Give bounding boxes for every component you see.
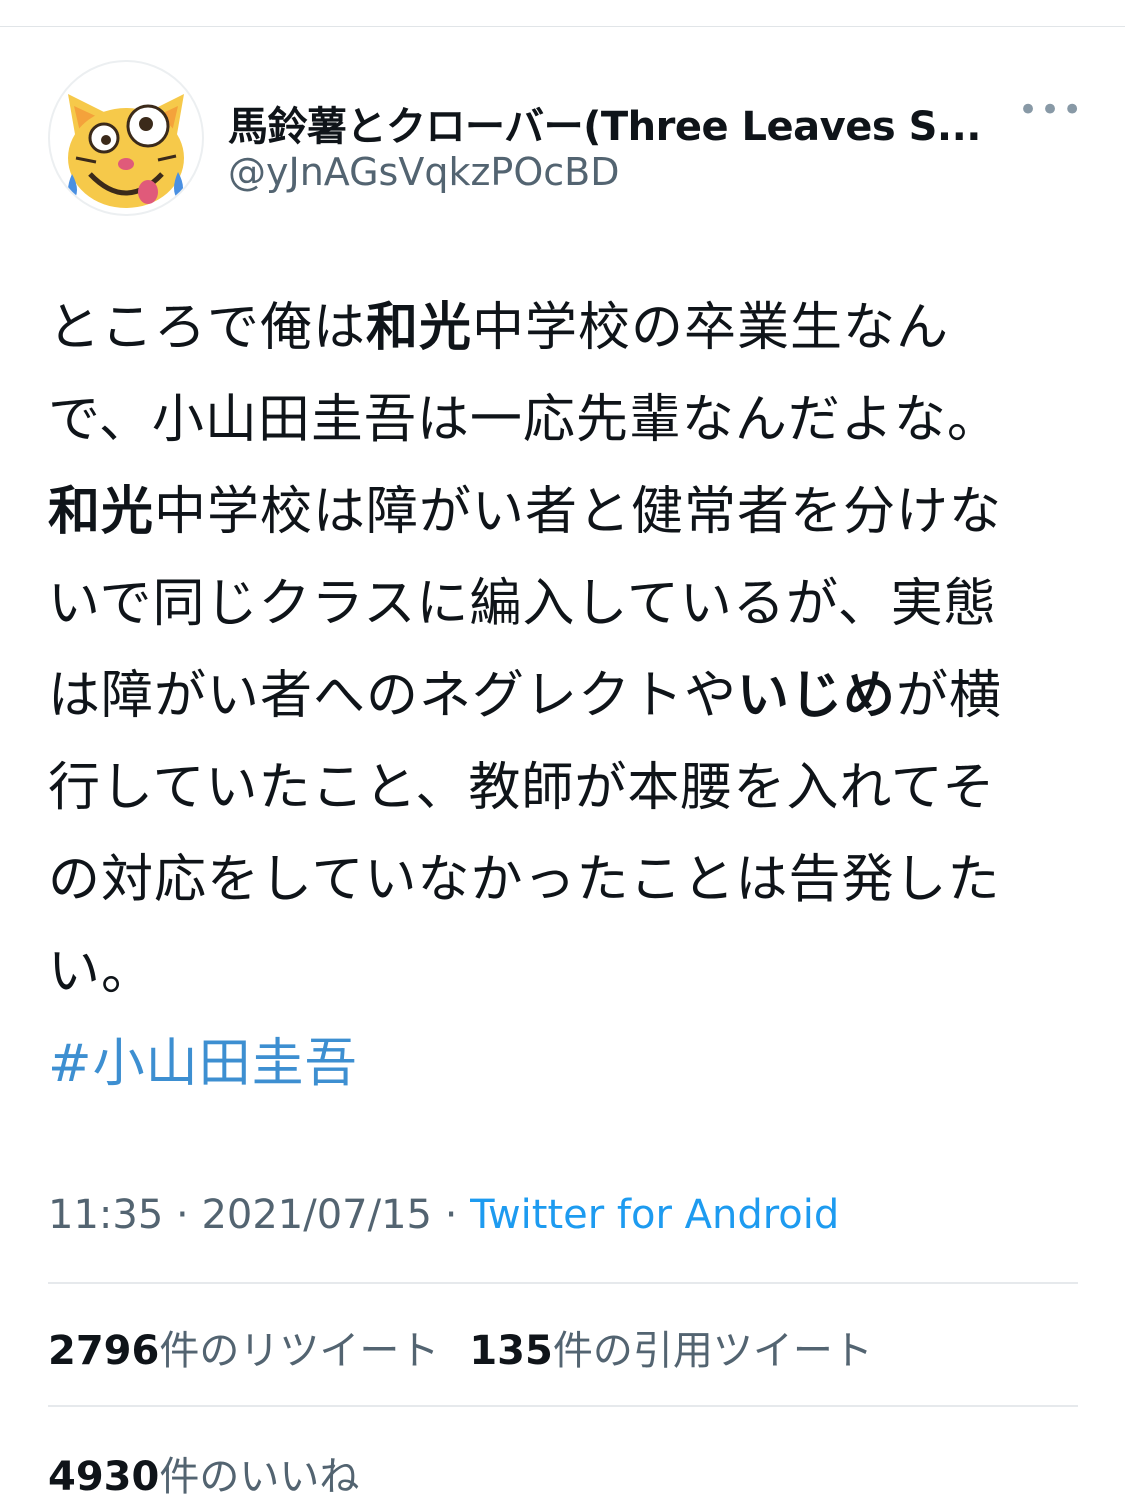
meta-separator: · [431, 1192, 471, 1238]
likes-count: 4930 [48, 1454, 160, 1500]
top-divider [0, 26, 1125, 27]
author-handle[interactable]: @yJnAGsVqkzPOcBD [228, 150, 619, 194]
quotes-count: 135 [469, 1328, 553, 1374]
tweet-text: ところで俺は和光中学校の卒業生なんで、小山田圭吾は一応先輩なんだよな。和光中学校… [48, 282, 1048, 1110]
tweet-time[interactable]: 11:35 [48, 1192, 163, 1238]
stats-divider-top [48, 1282, 1078, 1284]
author-display-name[interactable]: 馬鈴薯とクローバー(Three Leaves S... [228, 94, 982, 152]
retweets-label: 件のリツイート [159, 1328, 440, 1374]
tweet-meta: 11:35 · 2021/07/15 · Twitter for Android [48, 1192, 839, 1238]
cat-face-tears-of-joy-icon [68, 94, 184, 208]
stats-row-retweets: 2796件のリツイート 135件の引用ツイート [48, 1318, 903, 1376]
likes-label: 件のいいね [159, 1454, 360, 1500]
likes-stat[interactable]: 4930件のいいね [48, 1444, 359, 1502]
hashtag-link[interactable]: #小山田圭吾 [48, 1034, 358, 1094]
retweets-count: 2796 [48, 1328, 160, 1374]
tweet-date[interactable]: 2021/07/15 [201, 1192, 432, 1238]
tweet-text-bold: 和光 [48, 482, 155, 542]
more-options-icon[interactable]: ••• [1018, 90, 1082, 130]
meta-separator: · [163, 1192, 202, 1238]
tweet-text-part: ところで俺は [48, 298, 367, 358]
retweets-stat[interactable]: 2796件のリツイート [48, 1318, 439, 1376]
stats-divider-middle [48, 1405, 1078, 1407]
tweet-header: 馬鈴薯とクローバー(Three Leaves S... @yJnAGsVqkzP… [48, 60, 1082, 220]
stats-row-likes: 4930件のいいね [48, 1444, 389, 1502]
quotes-label: 件の引用ツイート [552, 1328, 873, 1374]
tweet-source-link[interactable]: Twitter for Android [470, 1192, 839, 1238]
quotes-stat[interactable]: 135件の引用ツイート [469, 1318, 873, 1376]
tweet-text-bold: いじめ [737, 666, 897, 726]
tweet-text-bold: 和光 [366, 298, 473, 358]
avatar[interactable] [48, 60, 204, 216]
